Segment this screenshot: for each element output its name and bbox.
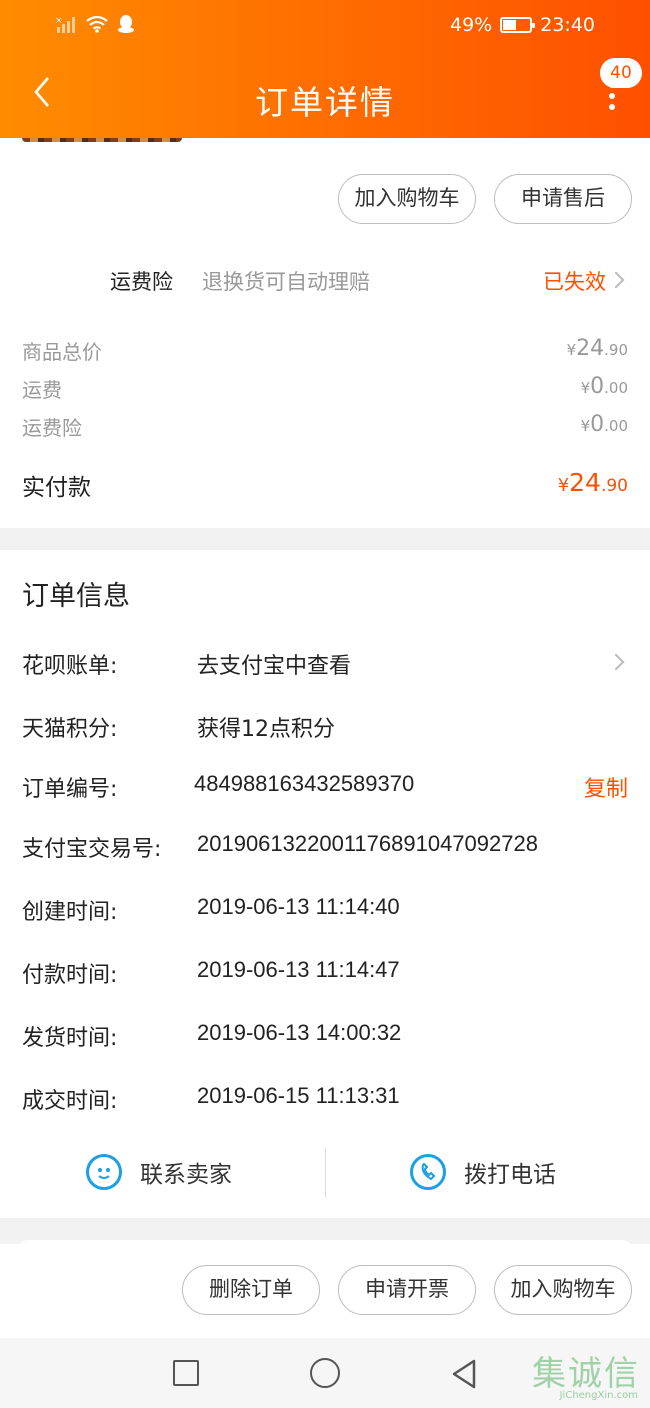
copy-button[interactable]: 复制 xyxy=(584,771,628,803)
price-value: ¥0.00 xyxy=(580,412,628,437)
status-time: 23:40 xyxy=(540,14,595,36)
info-value: 2019061322001176891047092728 xyxy=(197,831,538,856)
info-value: 去支付宝中查看 xyxy=(197,654,352,679)
paid-value: ¥24.90 xyxy=(557,468,628,497)
page-title: 订单详情 xyxy=(255,83,395,122)
info-label: 天猫积分: xyxy=(22,717,118,742)
order-number-value: 484988163432589370 xyxy=(194,771,415,796)
info-value: 获得12点积分 xyxy=(197,717,335,742)
info-label: 创建时间: xyxy=(22,900,118,925)
insurance-label: 运费险 xyxy=(110,270,173,294)
contact-divider xyxy=(325,1148,326,1198)
chat-face-icon xyxy=(86,1154,122,1190)
info-row-alipay-no: 支付宝交易号: 2019061322001176891047092728 xyxy=(0,831,650,865)
after-sales-button[interactable]: 申请售后 xyxy=(494,174,632,224)
call-phone-label: 拨打电话 xyxy=(464,1162,556,1188)
info-label: 订单编号: xyxy=(22,777,118,802)
info-row-shipped: 发货时间: 2019-06-13 14:00:32 xyxy=(0,1020,650,1054)
price-label: 运费 xyxy=(22,378,62,402)
paid-label: 实付款 xyxy=(22,475,91,501)
info-row-created: 创建时间: 2019-06-13 11:14:40 xyxy=(0,894,650,928)
price-row: 运费险 ¥0.00 xyxy=(0,412,650,442)
info-value: 2019-06-15 11:13:31 xyxy=(197,1083,400,1108)
battery-percent: 49% xyxy=(450,14,493,36)
price-row: 运费 ¥0.00 xyxy=(0,374,650,404)
info-row-huabei[interactable]: 花呗账单: 去支付宝中查看 xyxy=(0,648,650,682)
order-summary-card: 加入购物车 申请售后 运费险 退换货可自动理赔 已失效 商品总价 ¥24.90 … xyxy=(0,138,650,528)
wifi-icon xyxy=(86,15,108,33)
phone-icon xyxy=(410,1154,446,1190)
watermark-en: JiChengXin.com xyxy=(559,1390,638,1401)
watermark-logo: 集诚信 JiChengXin.com xyxy=(530,1320,640,1401)
price-value: ¥0.00 xyxy=(580,374,628,399)
info-label: 支付宝交易号: xyxy=(22,837,162,862)
home-button[interactable] xyxy=(310,1358,340,1388)
status-bar: × 49% 23:40 xyxy=(0,12,650,40)
app-header: × 49% 23:40 订单详情 40 xyxy=(0,0,650,138)
add-to-cart-bottom-button[interactable]: 加入购物车 xyxy=(494,1265,632,1315)
info-row-completed: 成交时间: 2019-06-15 11:13:31 xyxy=(0,1083,650,1117)
info-label: 成交时间: xyxy=(22,1089,118,1114)
qq-icon xyxy=(118,15,134,33)
order-info-title: 订单信息 xyxy=(22,581,130,612)
add-to-cart-button[interactable]: 加入购物车 xyxy=(338,174,476,224)
message-count-badge: 40 xyxy=(600,58,642,88)
watermark-cn: 集诚信 xyxy=(532,1354,640,1394)
chevron-right-icon xyxy=(607,653,625,671)
info-row-paid: 付款时间: 2019-06-13 11:14:47 xyxy=(0,957,650,991)
battery-icon xyxy=(500,17,536,33)
price-row: 商品总价 ¥24.90 xyxy=(0,336,650,366)
info-value: 2019-06-13 11:14:40 xyxy=(197,894,400,919)
call-phone-button[interactable]: 拨打电话 xyxy=(410,1154,556,1190)
status-right: 49% 23:40 xyxy=(450,14,595,36)
contact-seller-button[interactable]: 联系卖家 xyxy=(86,1154,232,1190)
chevron-right-icon xyxy=(607,271,625,289)
delete-order-button[interactable]: 删除订单 xyxy=(182,1265,320,1315)
info-value: 2019-06-13 11:14:47 xyxy=(197,957,400,982)
contact-seller-label: 联系卖家 xyxy=(140,1162,232,1188)
insurance-status: 已失效 xyxy=(543,270,606,294)
info-label: 付款时间: xyxy=(22,963,118,988)
info-value: 2019-06-13 14:00:32 xyxy=(197,1020,402,1045)
no-signal-icon: × xyxy=(55,16,75,33)
recent-apps-button[interactable] xyxy=(173,1360,199,1386)
more-dot-icon xyxy=(609,93,615,99)
order-info-card: 订单信息 花呗账单: 去支付宝中查看 天猫积分: 获得12点积分 订单编号: 4… xyxy=(0,550,650,1218)
shipping-insurance-row[interactable]: 运费险 退换货可自动理赔 已失效 xyxy=(0,266,650,300)
insurance-desc: 退换货可自动理赔 xyxy=(202,270,370,294)
back-triangle-icon[interactable] xyxy=(450,1358,478,1390)
info-row-order-no: 订单编号: 484988163432589370 复制 xyxy=(0,771,650,805)
more-dot-icon xyxy=(609,104,615,110)
nav-bar: 订单详情 40 xyxy=(0,58,650,130)
request-invoice-button[interactable]: 申请开票 xyxy=(338,1265,476,1315)
info-label: 发货时间: xyxy=(22,1026,118,1051)
info-label: 花呗账单: xyxy=(22,654,118,679)
info-row-points: 天猫积分: 获得12点积分 xyxy=(0,711,650,745)
product-thumbnail xyxy=(22,138,182,142)
price-label: 商品总价 xyxy=(22,340,102,364)
price-value: ¥24.90 xyxy=(566,336,628,361)
price-label: 运费险 xyxy=(22,416,82,440)
status-left: × xyxy=(55,14,135,34)
paid-amount-row: 实付款 ¥24.90 xyxy=(0,468,650,504)
svg-text:×: × xyxy=(55,16,63,26)
